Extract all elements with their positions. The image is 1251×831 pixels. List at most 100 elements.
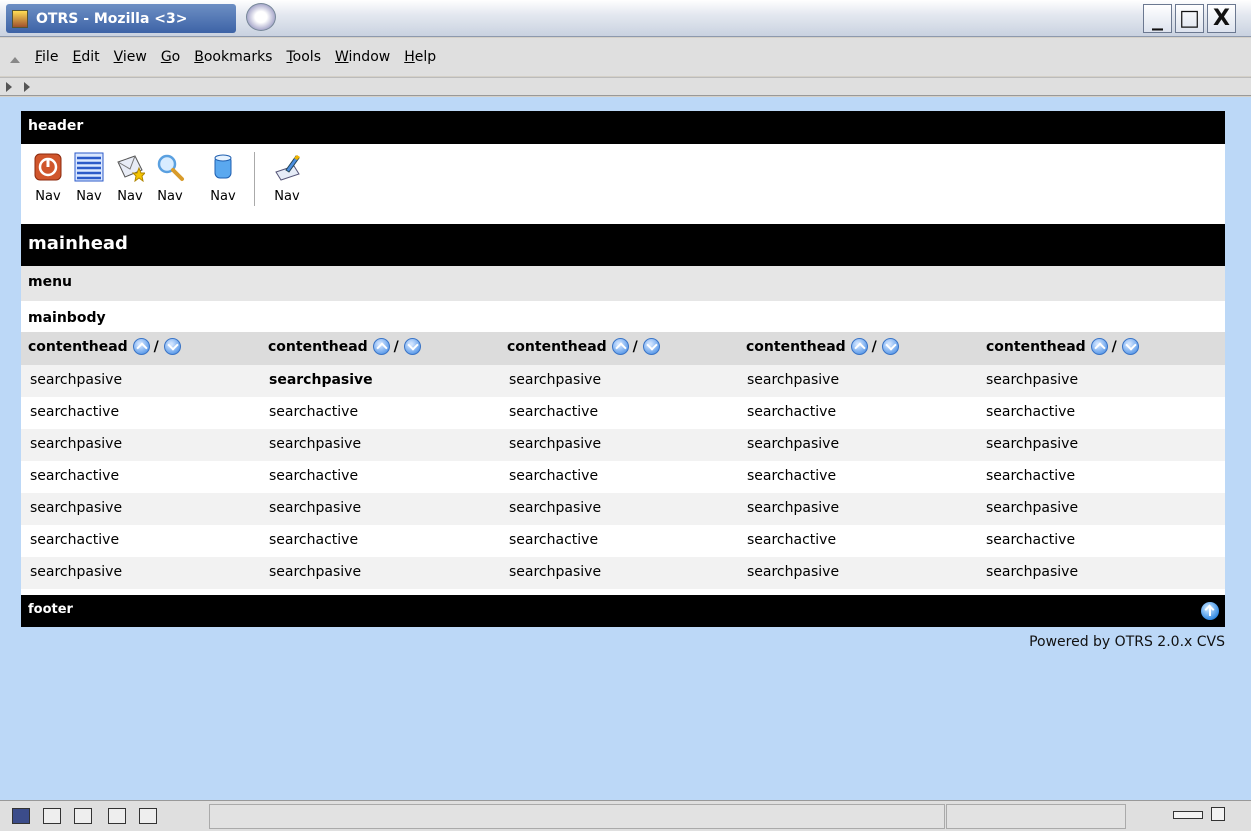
nav-logout-button[interactable]: Nav	[28, 152, 68, 204]
table-cell: searchpasive	[30, 564, 123, 580]
table-cell: searchactive	[269, 468, 359, 484]
table-cell: searchactive	[747, 532, 837, 548]
address-book-icon[interactable]	[139, 808, 157, 824]
table-cell: searchpasive	[269, 500, 362, 516]
table-cell: searchpasive	[509, 372, 602, 388]
table-cell: searchactive	[509, 404, 599, 420]
sort-up-icon[interactable]	[1090, 338, 1108, 355]
table-cell: searchpasive	[747, 564, 840, 580]
minimize-button[interactable]: _	[1143, 4, 1172, 33]
scroll-to-top-icon[interactable]	[1201, 602, 1219, 620]
column-header: contenthead /	[507, 338, 660, 355]
table-cell: searchactive	[30, 532, 120, 548]
close-button[interactable]: X	[1207, 4, 1236, 33]
table-row[interactable]: searchpasive searchpasive searchpasive s…	[21, 557, 1225, 589]
sort-separator: /	[393, 338, 399, 355]
nav-label: Nav	[274, 189, 300, 204]
toolbar-grip-icon[interactable]	[10, 57, 20, 63]
table-row[interactable]: searchpasive searchpasive searchpasive s…	[21, 429, 1225, 461]
menu-file[interactable]: File	[35, 49, 58, 65]
power-icon	[34, 153, 62, 181]
nav-database-button[interactable]: Nav	[203, 152, 243, 204]
document-pen-icon	[275, 155, 300, 181]
menu-tools[interactable]: Tools	[286, 49, 321, 65]
sort-up-icon[interactable]	[611, 338, 629, 355]
column-header-label: contenthead	[507, 338, 607, 355]
menu-row: menu	[21, 266, 1225, 301]
table-cell: searchactive	[30, 468, 120, 484]
menu-bar: File Edit View Go Bookmarks Tools Window…	[0, 38, 1251, 76]
table-cell: searchactive	[986, 532, 1076, 548]
table-row[interactable]: searchactive searchactive searchactive s…	[21, 397, 1225, 429]
menu-window[interactable]: Window	[335, 49, 390, 65]
sort-up-icon[interactable]	[372, 338, 390, 355]
table-cell: searchpasive	[986, 436, 1079, 452]
nav-label: Nav	[35, 189, 61, 204]
table-row[interactable]: searchactive searchactive searchactive s…	[21, 461, 1225, 493]
sort-up-icon[interactable]	[850, 338, 868, 355]
column-header: contenthead /	[986, 338, 1139, 355]
menu-bookmarks[interactable]: Bookmarks	[194, 49, 272, 65]
column-header: contenthead /	[268, 338, 421, 355]
chat-icon[interactable]	[74, 808, 92, 824]
online-status-icon[interactable]	[1173, 811, 1203, 819]
nav-new-ticket-button[interactable]: Nav	[110, 152, 150, 204]
expand-toolbar-icon[interactable]	[6, 82, 12, 92]
maximize-button[interactable]: □	[1175, 4, 1204, 33]
table-cell: searchactive	[747, 468, 837, 484]
sort-up-icon[interactable]	[132, 338, 150, 355]
nav-label: Nav	[210, 189, 236, 204]
table-cell: searchpasive	[747, 372, 840, 388]
security-lock-icon[interactable]	[1211, 807, 1225, 821]
page-viewport: header Nav Nav Nav Nav Nav Nav mainhead …	[0, 97, 1251, 800]
column-header-label: contenthead	[268, 338, 368, 355]
mainbody: mainbody contenthead / contenthead / con…	[21, 301, 1225, 595]
nav-compose-button[interactable]: Nav	[267, 152, 307, 204]
menu-view[interactable]: View	[114, 49, 147, 65]
sort-down-icon[interactable]	[642, 338, 660, 355]
sort-separator: /	[153, 338, 159, 355]
table-header: contenthead / contenthead / contenthead …	[21, 332, 1225, 365]
menu-edit[interactable]: Edit	[72, 49, 99, 65]
sort-down-icon[interactable]	[881, 338, 899, 355]
table-cell: searchactive	[269, 532, 359, 548]
sort-separator: /	[632, 338, 638, 355]
table-cell: searchactive	[986, 404, 1076, 420]
menu-go[interactable]: Go	[161, 49, 180, 65]
database-icon	[214, 154, 232, 179]
footer-label: footer	[28, 602, 73, 617]
navigator-icon[interactable]	[12, 808, 30, 824]
sort-separator: /	[871, 338, 877, 355]
column-header-label: contenthead	[28, 338, 128, 355]
sort-down-icon[interactable]	[1121, 338, 1139, 355]
mail-star-icon	[117, 155, 147, 183]
nav-queue-button[interactable]: Nav	[69, 152, 109, 204]
sort-down-icon[interactable]	[163, 338, 181, 355]
table-cell: searchpasive	[986, 500, 1079, 516]
header-bar: header	[21, 111, 1225, 144]
table-cell: searchactive	[509, 468, 599, 484]
collapsed-toolbars	[0, 77, 1251, 96]
table-row[interactable]: searchpasive searchpasive searchpasive s…	[21, 365, 1225, 397]
menu-help[interactable]: Help	[404, 49, 436, 65]
sort-down-icon[interactable]	[403, 338, 421, 355]
mail-icon[interactable]	[43, 808, 61, 824]
table-cell: searchactive	[509, 532, 599, 548]
column-header-label: contenthead	[986, 338, 1086, 355]
table-cell: searchpasive	[269, 372, 373, 388]
search-icon	[157, 154, 184, 181]
expand-toolbar-icon[interactable]	[24, 82, 30, 92]
window-title-tab[interactable]: OTRS - Mozilla <3>	[6, 4, 236, 33]
table-row[interactable]: searchpasive searchpasive searchpasive s…	[21, 493, 1225, 525]
taskbar-swirl-icon[interactable]	[246, 3, 276, 31]
nav-search-button[interactable]: Nav	[150, 152, 190, 204]
table-cell: searchpasive	[509, 500, 602, 516]
list-icon	[74, 152, 104, 182]
window-titlebar: OTRS - Mozilla <3> _ □ X	[0, 0, 1251, 37]
table-cell: searchpasive	[986, 372, 1079, 388]
composer-icon[interactable]	[108, 808, 126, 824]
nav-label: Nav	[76, 189, 102, 204]
table-cell: searchpasive	[747, 500, 840, 516]
powered-by-text: Powered by OTRS 2.0.x CVS	[1029, 634, 1225, 650]
table-row[interactable]: searchactive searchactive searchactive s…	[21, 525, 1225, 557]
